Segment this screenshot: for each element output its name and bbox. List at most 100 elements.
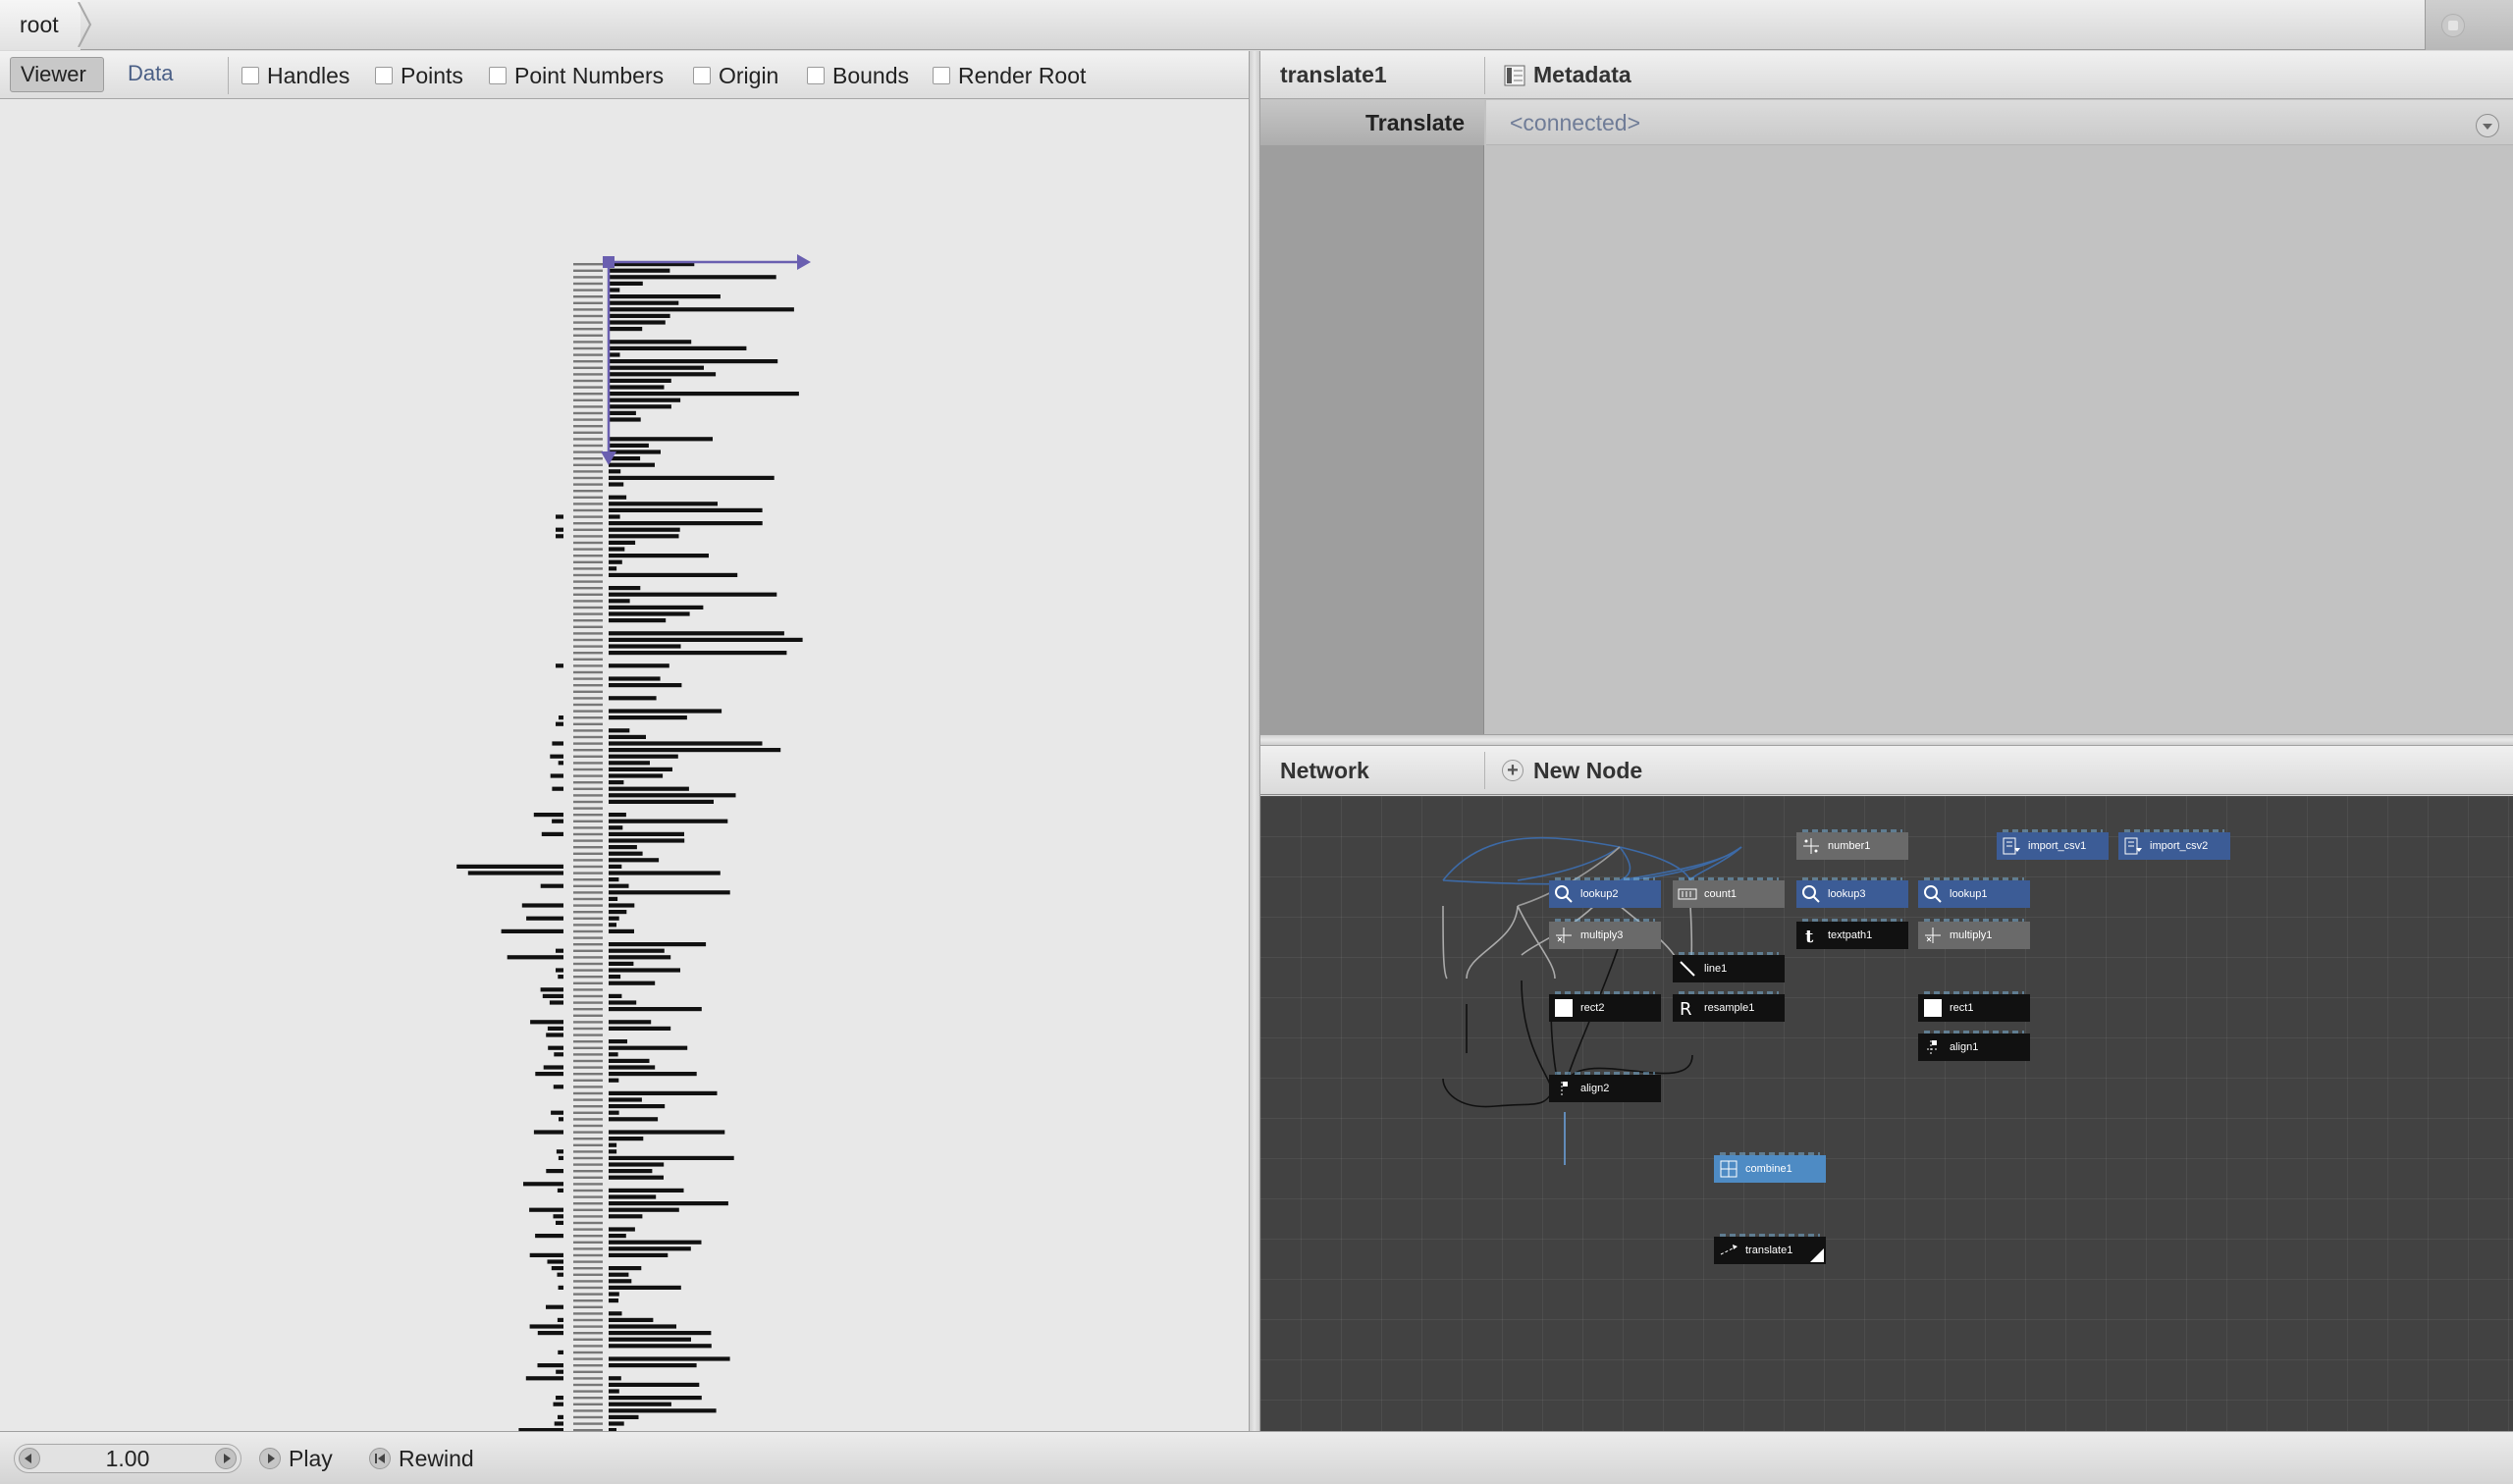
row-tick — [573, 528, 603, 531]
row-tick — [573, 710, 603, 713]
row-tick — [573, 503, 603, 505]
window-control-button[interactable] — [2441, 14, 2465, 37]
bar — [609, 968, 680, 973]
node-combine1[interactable]: combine1 — [1714, 1152, 1826, 1183]
node-line1[interactable]: line1 — [1673, 952, 1785, 982]
text-icon: t — [1805, 927, 1814, 945]
previous-frame-icon[interactable] — [19, 1448, 40, 1469]
node-rect2[interactable]: rect2 — [1549, 991, 1661, 1022]
bar — [609, 1246, 691, 1251]
metadata-button[interactable]: Metadata — [1500, 51, 1631, 99]
lookup-icon — [1555, 885, 1573, 903]
bar — [547, 1259, 563, 1264]
bar — [553, 1402, 563, 1406]
bar — [609, 1298, 618, 1303]
bar — [548, 1045, 563, 1050]
bar — [556, 948, 563, 953]
render-root-checkbox[interactable]: Render Root — [933, 63, 1086, 88]
node-import-csv1[interactable]: import_csv1 — [1997, 829, 2109, 860]
next-frame-icon[interactable] — [215, 1448, 237, 1469]
node-number1[interactable]: number1 — [1796, 829, 1908, 860]
bar — [507, 955, 563, 960]
node-import-csv2[interactable]: import_csv2 — [2118, 829, 2230, 860]
bar — [609, 1363, 697, 1368]
node-multiply3[interactable]: multiply3 — [1549, 919, 1661, 949]
node-lookup1[interactable]: lookup1 — [1918, 877, 2030, 908]
parameter-value[interactable]: <connected> — [1486, 100, 2513, 145]
point-numbers-label: Point Numbers — [514, 63, 665, 88]
new-node-button[interactable]: + New Node — [1500, 746, 1642, 795]
tab-data[interactable]: Data — [118, 57, 183, 92]
bar — [609, 1324, 676, 1329]
row-tick — [573, 1364, 603, 1367]
row-tick — [573, 1383, 603, 1387]
point-numbers-checkbox[interactable]: Point Numbers — [489, 63, 664, 88]
row-tick — [573, 781, 603, 784]
row-tick — [573, 1053, 603, 1056]
bar — [553, 1085, 563, 1089]
frame-value[interactable]: 1.00 — [54, 1445, 201, 1472]
checkbox-unchecked-icon — [489, 67, 507, 84]
row-tick — [573, 807, 603, 810]
bar — [609, 281, 643, 286]
node-lookup2[interactable]: lookup2 — [1549, 877, 1661, 908]
node-count1[interactable]: count1 — [1673, 877, 1785, 908]
origin-checkbox[interactable]: Origin — [693, 63, 778, 88]
row-tick — [573, 1228, 603, 1231]
bar — [609, 838, 685, 843]
rewind-icon — [369, 1448, 391, 1469]
parameter-menu-icon[interactable] — [2476, 114, 2499, 137]
rect-icon — [1555, 999, 1573, 1017]
bar — [609, 307, 794, 312]
node-resample1[interactable]: R resample1 — [1673, 991, 1785, 1022]
network-header: Network + New Node — [1260, 746, 2513, 795]
node-align1[interactable]: align1 — [1918, 1031, 2030, 1061]
row-tick — [573, 263, 603, 266]
line-icon — [1680, 961, 1695, 977]
row-tick — [573, 411, 603, 415]
bounds-checkbox[interactable]: Bounds — [807, 63, 909, 88]
node-label: multiply1 — [1950, 929, 1993, 941]
viewer-pane-splitter[interactable] — [1249, 51, 1260, 1431]
node-align2[interactable]: align2 — [1549, 1072, 1661, 1102]
node-translate1[interactable]: translate1 — [1714, 1234, 1826, 1264]
row-tick — [573, 450, 603, 453]
node-rect1[interactable]: rect1 — [1918, 991, 2030, 1022]
tab-viewer[interactable]: Viewer — [10, 57, 104, 92]
row-tick — [573, 762, 603, 765]
header-divider — [1484, 752, 1485, 789]
row-tick — [573, 1189, 603, 1192]
row-tick — [573, 814, 603, 817]
frame-stepper[interactable]: 1.00 — [14, 1444, 241, 1473]
handles-checkbox[interactable]: Handles — [241, 63, 349, 88]
row-tick — [573, 1202, 603, 1205]
origin-label: Origin — [719, 63, 779, 88]
bar — [609, 1207, 679, 1212]
bar — [609, 851, 643, 856]
breadcrumb-root[interactable]: root — [0, 0, 80, 50]
row-tick — [573, 1357, 603, 1360]
row-tick — [573, 276, 603, 279]
bar — [609, 456, 641, 461]
rewind-button[interactable]: Rewind — [369, 1444, 474, 1473]
bar — [549, 1000, 563, 1005]
node-textpath1[interactable]: t textpath1 — [1796, 919, 1908, 949]
viewer-canvas[interactable] — [0, 100, 1249, 1431]
number-icon — [1803, 838, 1819, 854]
row-tick — [573, 1332, 603, 1335]
row-tick — [573, 496, 603, 499]
bar — [609, 748, 781, 753]
node-label: combine1 — [1745, 1163, 1792, 1175]
node-lookup3[interactable]: lookup3 — [1796, 877, 1908, 908]
bar — [525, 1376, 563, 1381]
play-button[interactable]: Play — [259, 1444, 333, 1473]
node-label: rect1 — [1950, 1002, 1974, 1014]
bar — [609, 586, 641, 591]
node-multiply1[interactable]: multiply1 — [1918, 919, 2030, 949]
network-canvas[interactable]: number1 import_csv1 import_csv2 lookup2 … — [1260, 796, 2513, 1431]
bar — [609, 716, 687, 720]
points-checkbox[interactable]: Points — [375, 63, 463, 88]
pane-splitter[interactable] — [1260, 734, 2513, 746]
row-tick — [573, 1286, 603, 1290]
bar — [609, 1317, 654, 1322]
